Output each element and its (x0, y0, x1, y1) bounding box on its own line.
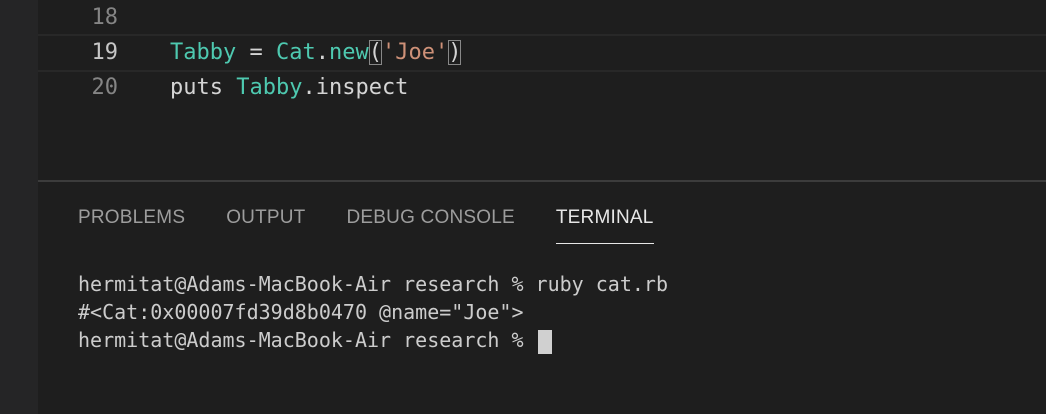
bracket-match: ) (448, 40, 462, 65)
code-line: puts Tabby.inspect (170, 70, 408, 106)
code-token: = (236, 40, 276, 65)
code-token: Tabby (170, 40, 237, 65)
vscode-window: 18 19 Tabby = Cat.new('Joe') 20 puts Tab… (0, 0, 1046, 414)
code-token: . (315, 40, 329, 65)
code-token: Cat (275, 40, 316, 65)
editor-line: 18 (38, 0, 1046, 36)
tab-debug-console[interactable]: DEBUG CONSOLE (347, 204, 515, 244)
tab-output[interactable]: OUTPUT (226, 204, 305, 244)
line-number: 20 (91, 75, 119, 100)
terminal-line: hermitat@Adams-MacBook-Air research % ru… (78, 272, 669, 296)
code-editor[interactable]: 18 19 Tabby = Cat.new('Joe') 20 puts Tab… (38, 0, 1046, 180)
bracket-match: ( (368, 40, 382, 65)
tab-problems[interactable]: PROBLEMS (78, 204, 185, 244)
code-token: new (328, 40, 369, 65)
code-token: 'Joe' (381, 40, 449, 65)
activity-bar (0, 0, 38, 414)
terminal[interactable]: hermitat@Adams-MacBook-Air research % ru… (78, 270, 668, 354)
bottom-panel: PROBLEMS OUTPUT DEBUG CONSOLE TERMINAL h… (38, 182, 1046, 414)
terminal-cursor (537, 329, 552, 354)
terminal-line: #<Cat:0x00007fd39d8b0470 @name="Joe"> (78, 300, 524, 324)
tab-terminal[interactable]: TERMINAL (555, 204, 654, 244)
code-token: puts (170, 75, 237, 100)
code-token: .inspect (302, 75, 409, 100)
line-number: 18 (91, 5, 119, 30)
code-line: Tabby = Cat.new('Joe') (170, 36, 462, 70)
line-number: 19 (91, 40, 119, 65)
panel-tabs: PROBLEMS OUTPUT DEBUG CONSOLE TERMINAL (78, 204, 695, 244)
terminal-prompt: hermitat@Adams-MacBook-Air research % (78, 328, 536, 352)
editor-line-current: 19 Tabby = Cat.new('Joe') (38, 34, 1046, 72)
editor-line: 20 puts Tabby.inspect (38, 70, 1046, 106)
terminal-prompt-line: hermitat@Adams-MacBook-Air research % (78, 326, 668, 354)
code-token: Tabby (236, 75, 303, 100)
